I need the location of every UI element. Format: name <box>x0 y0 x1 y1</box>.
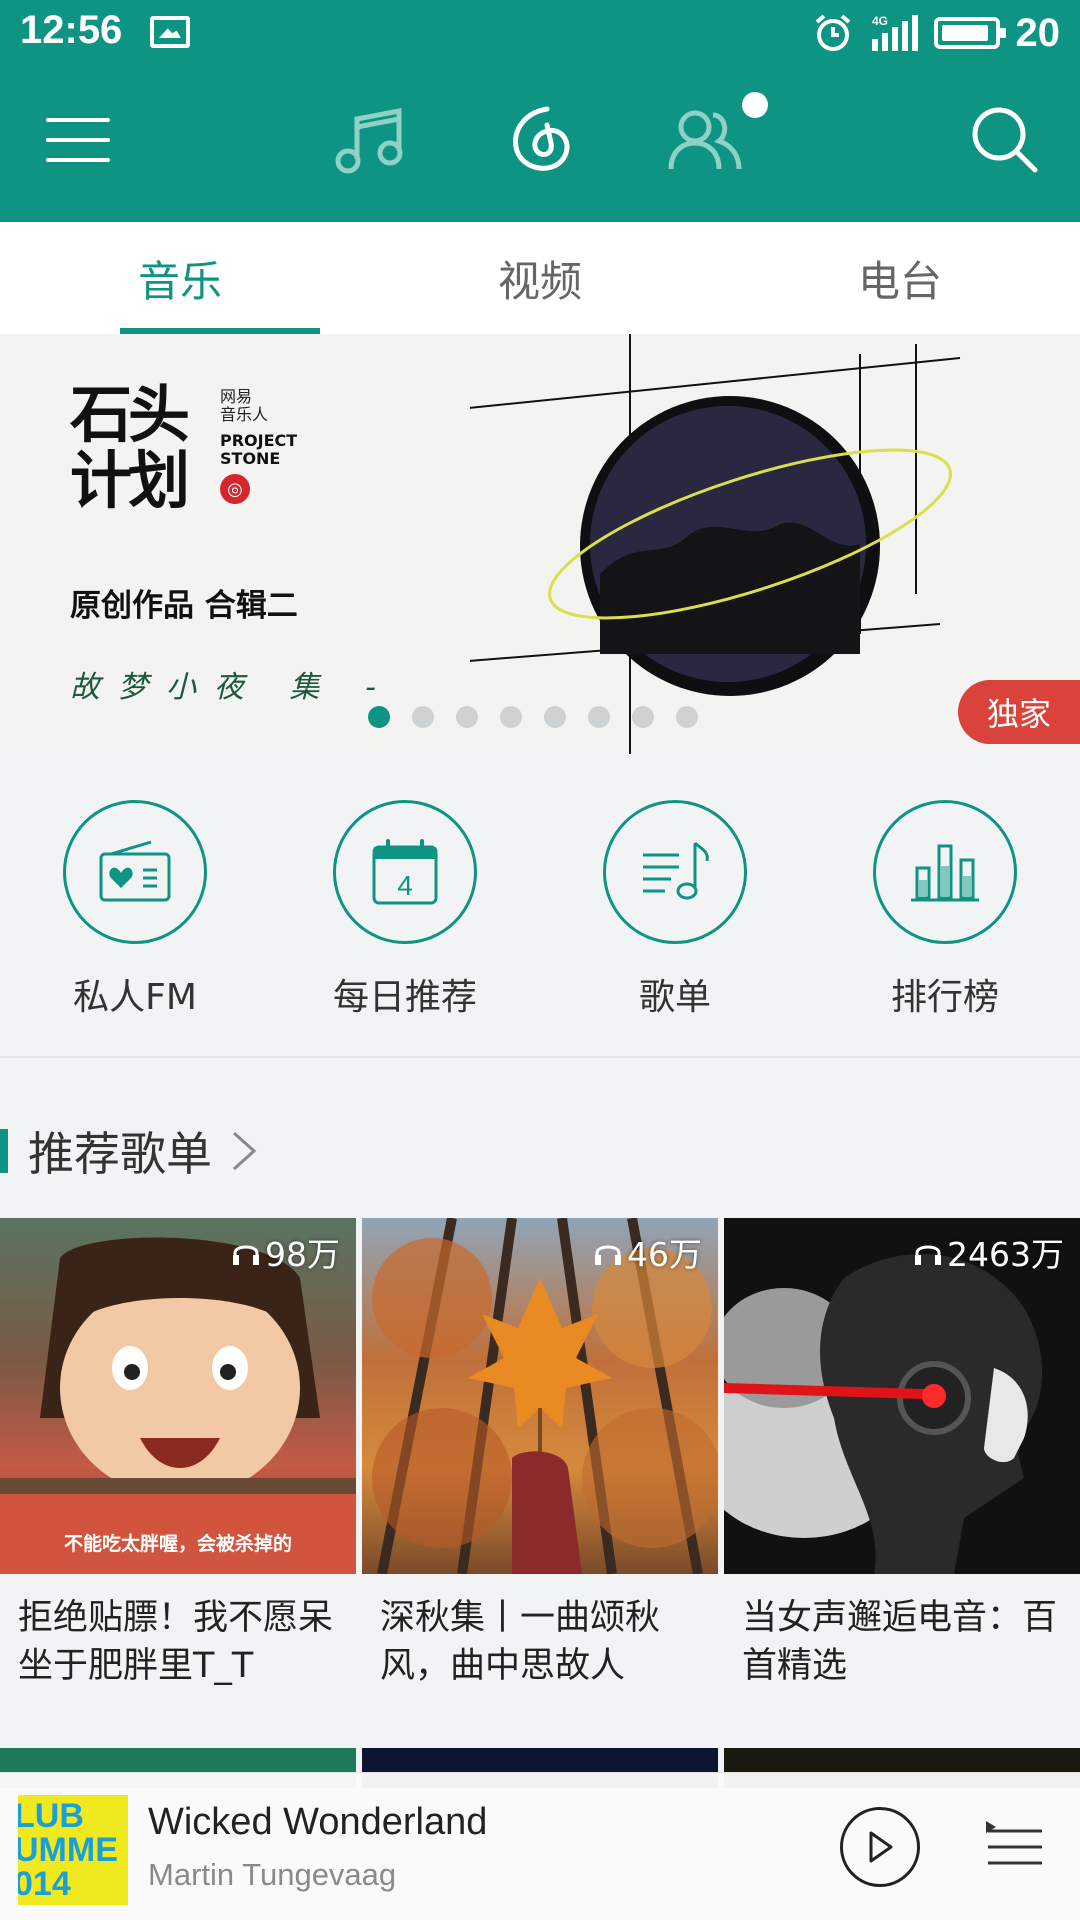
netease-music-icon[interactable] <box>500 100 580 180</box>
status-bar: 12:56 4G 20 <box>0 0 1080 66</box>
page-dot[interactable] <box>632 706 654 728</box>
image-notification-icon <box>150 16 190 48</box>
play-count: 46万 <box>593 1228 702 1276</box>
alarm-icon <box>815 14 850 51</box>
page-dot[interactable] <box>368 706 390 728</box>
svg-text:4G: 4G <box>872 14 888 28</box>
quick-entries: 私人FM 4 每日推荐 歌单 排行榜 <box>0 754 1080 1058</box>
banner-headline: 原创作品 合辑二 <box>70 588 298 624</box>
headphones-icon <box>595 1245 621 1265</box>
tab-radio[interactable]: 电台 <box>720 222 1080 334</box>
playlist-button[interactable]: 歌单 <box>540 754 810 1056</box>
playlist-cover[interactable]: 98万 不能吃太胖喔，会被杀掉的 <box>0 1218 356 1574</box>
project-stone-logo: 石头 计划 网易 音乐人 PROJECT STONE ◎ <box>70 378 298 517</box>
section-accent-bar <box>0 1129 8 1173</box>
quick-label: 歌单 <box>638 977 711 1018</box>
chart-icon <box>873 800 1017 944</box>
section-title: 推荐歌单 <box>28 1127 212 1181</box>
chevron-right-icon <box>230 1126 270 1176</box>
friends-icon[interactable] <box>665 100 745 180</box>
radio-icon <box>63 800 207 944</box>
playlist-title[interactable]: 当女声邂逅电音：百首精选 <box>724 1574 1080 1704</box>
top-bar: 12:56 4G 20 <box>0 0 1080 222</box>
tab-music[interactable]: 音乐 <box>0 222 360 334</box>
banner-subtitle: 故梦小夜 集 - <box>70 670 394 705</box>
page-dot[interactable] <box>544 706 566 728</box>
playlist-card[interactable]: 98万 不能吃太胖喔，会被杀掉的 拒绝贴膘！我不愿呆坐于肥胖里T_T <box>0 1218 356 1704</box>
page-dot[interactable] <box>676 706 698 728</box>
banner-pagination <box>368 706 698 728</box>
calendar-icon: 4 <box>333 800 477 944</box>
playlist-card[interactable]: 2463万 当女声邂逅电音：百首精选 <box>724 1218 1080 1704</box>
play-count: 2463万 <box>913 1228 1064 1276</box>
battery-level: 20 <box>1015 10 1061 55</box>
album-art[interactable]: LUB UMME 014 <box>18 1795 128 1905</box>
svg-text:4: 4 <box>397 870 413 901</box>
page-dot[interactable] <box>500 706 522 728</box>
playlist-queue-button[interactable] <box>984 1815 1046 1877</box>
playlist-title[interactable]: 深秋集丨一曲颂秋风，曲中思故人 <box>362 1574 718 1704</box>
playlist-icon <box>603 800 747 944</box>
playlist-grid: 98万 不能吃太胖喔，会被杀掉的 拒绝贴膘！我不愿呆坐于肥胖里T_T 46万 深 <box>0 1218 1080 1704</box>
play-count: 98万 <box>231 1228 340 1276</box>
music-icon[interactable] <box>330 100 410 180</box>
battery-icon <box>933 17 1006 49</box>
search-icon[interactable] <box>965 100 1045 180</box>
notification-dot <box>742 92 768 118</box>
queue-icon <box>986 1821 1042 1865</box>
personal-fm-button[interactable]: 私人FM <box>0 754 270 1056</box>
play-button[interactable] <box>840 1807 920 1887</box>
signal-icon: 4G <box>871 14 918 51</box>
page-dot[interactable] <box>412 706 434 728</box>
netease-logo-icon: ◎ <box>220 474 250 504</box>
playlist-card[interactable]: 46万 深秋集丨一曲颂秋风，曲中思故人 <box>362 1218 718 1704</box>
track-title: Wicked Wonderland <box>148 1801 488 1843</box>
headphones-icon <box>233 1245 259 1265</box>
exclusive-badge: 独家 <box>958 680 1080 744</box>
quick-label: 每日推荐 <box>332 977 477 1018</box>
status-right: 4G 20 <box>812 8 1061 58</box>
track-artist: Martin Tungevaag <box>148 1857 397 1892</box>
cover-caption: 不能吃太胖喔，会被杀掉的 <box>63 1533 292 1555</box>
play-icon <box>869 1831 893 1863</box>
promo-banner[interactable]: 石头 计划 网易 音乐人 PROJECT STONE ◎ 原创作品 合辑二 故梦小夜 … <box>0 334 1080 754</box>
mini-player[interactable]: LUB UMME 014 Wicked Wonderland Martin Tu… <box>0 1772 1080 1920</box>
playlist-cover[interactable]: 46万 <box>362 1218 718 1574</box>
quick-label: 私人FM <box>73 977 197 1018</box>
headphones-icon <box>915 1245 942 1265</box>
playlist-title[interactable]: 拒绝贴膘！我不愿呆坐于肥胖里T_T <box>0 1574 356 1704</box>
content-tabs: 音乐 视频 电台 <box>0 222 1080 334</box>
quick-label: 排行榜 <box>890 977 999 1018</box>
status-time: 12:56 <box>20 8 123 52</box>
charts-button[interactable]: 排行榜 <box>810 754 1080 1056</box>
page-dot[interactable] <box>588 706 610 728</box>
tab-video[interactable]: 视频 <box>360 222 720 334</box>
menu-icon[interactable] <box>38 100 118 180</box>
playlist-cover[interactable]: 2463万 <box>724 1218 1080 1574</box>
daily-recommend-button[interactable]: 4 每日推荐 <box>270 754 540 1056</box>
page-dot[interactable] <box>456 706 478 728</box>
recommended-playlists-header[interactable]: 推荐歌单 <box>0 1118 270 1184</box>
